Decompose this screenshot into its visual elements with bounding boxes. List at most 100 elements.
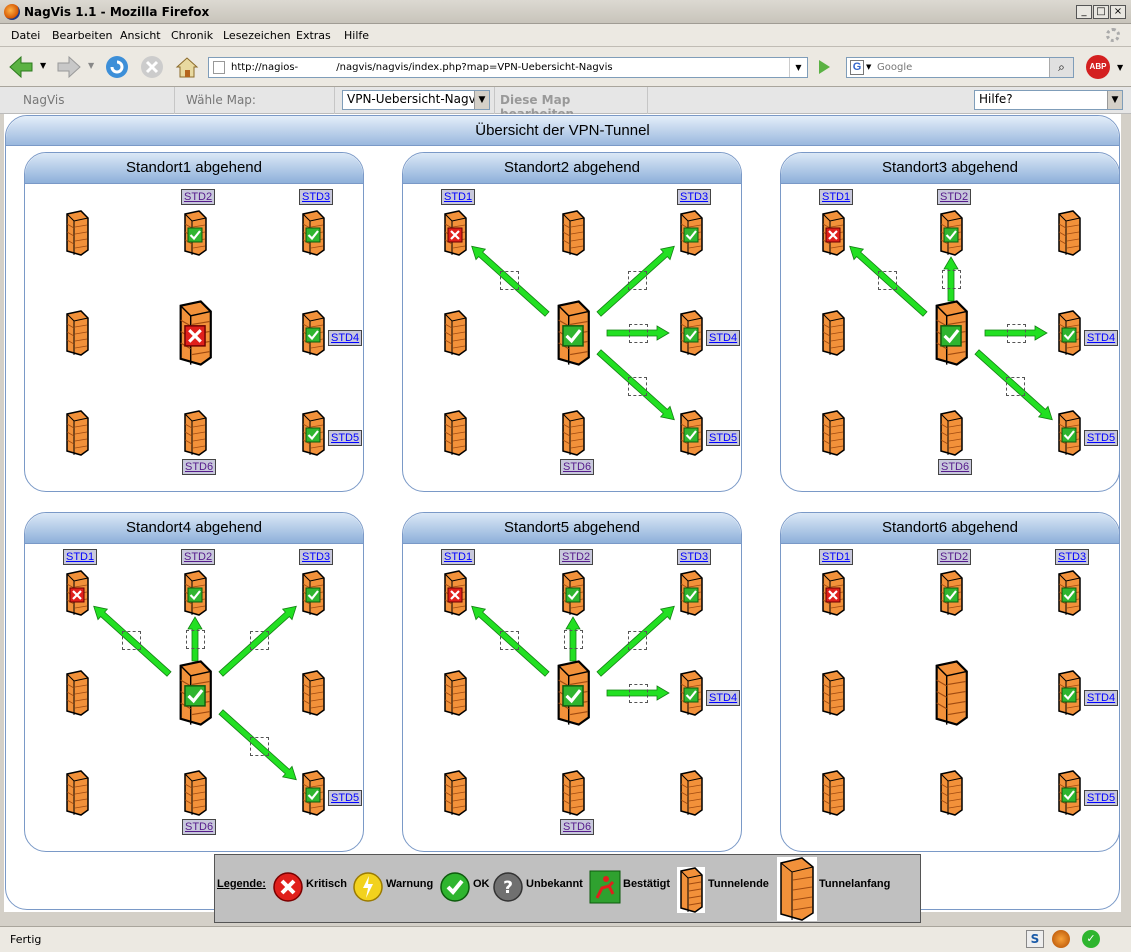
tunnel-arrow[interactable] (606, 325, 670, 341)
tunnel-hover-box[interactable] (942, 270, 961, 289)
tunnel-arrow[interactable] (974, 349, 1053, 421)
link-std6[interactable]: STD6 (560, 459, 595, 475)
link-std3[interactable]: STD3 (677, 189, 712, 205)
tunnel-end-firewall[interactable] (440, 310, 470, 356)
menu-ansicht[interactable]: Ansicht (120, 29, 161, 42)
tunnel-end-firewall[interactable] (440, 570, 470, 616)
tunnel-end-firewall[interactable] (298, 410, 328, 456)
tunnel-hover-box[interactable] (627, 630, 647, 650)
tunnel-end-firewall[interactable] (440, 770, 470, 816)
tunnel-end-firewall[interactable] (818, 310, 848, 356)
tunnel-arrow[interactable] (606, 685, 670, 701)
adblock-icon[interactable]: ABP (1086, 55, 1110, 79)
link-std6[interactable]: STD6 (560, 819, 595, 835)
tunnel-end-firewall[interactable] (62, 410, 92, 456)
tunnel-end-firewall[interactable] (676, 410, 706, 456)
chevron-down-icon[interactable]: ▼ (1107, 91, 1122, 109)
tunnel-arrow[interactable] (596, 605, 675, 677)
tunnel-end-firewall[interactable] (818, 210, 848, 256)
tunnel-arrow[interactable] (849, 245, 928, 317)
back-history-icon[interactable]: ▼ (40, 61, 46, 70)
tunnel-end-firewall[interactable] (558, 570, 588, 616)
tunnel-end-firewall[interactable] (180, 770, 210, 816)
tunnel-hover-box[interactable] (878, 270, 898, 290)
url-bar[interactable]: ▼ (208, 57, 808, 78)
tunnel-hover-box[interactable] (629, 684, 648, 703)
tunnel-arrow[interactable] (596, 245, 675, 317)
back-button[interactable] (8, 54, 34, 80)
minimize-button[interactable]: _ (1076, 5, 1092, 19)
tunnel-end-firewall[interactable] (818, 770, 848, 816)
tunnel-arrow[interactable] (471, 605, 550, 677)
link-std1[interactable]: STD1 (441, 189, 476, 205)
tunnel-hover-box[interactable] (1007, 324, 1026, 343)
link-std2[interactable]: STD2 (937, 189, 972, 205)
tunnel-hover-box[interactable] (500, 270, 520, 290)
tunnel-end-firewall[interactable] (1054, 410, 1084, 456)
help-select[interactable]: Hilfe? ▼ (974, 90, 1123, 110)
skype-icon[interactable]: S (1026, 930, 1044, 948)
tunnel-end-firewall[interactable] (62, 670, 92, 716)
link-std4[interactable]: STD4 (706, 690, 741, 706)
tunnel-end-firewall[interactable] (558, 770, 588, 816)
tunnel-arrow[interactable] (218, 605, 297, 677)
close-button[interactable]: × (1110, 5, 1126, 19)
menu-datei[interactable]: Datei (11, 29, 40, 42)
map-select[interactable]: VPN-Uebersicht-Nagvis ▼ (342, 90, 490, 110)
tunnel-end-firewall[interactable] (180, 570, 210, 616)
tunnel-end-firewall[interactable] (62, 770, 92, 816)
tunnel-end-firewall[interactable] (180, 410, 210, 456)
tunnel-end-firewall[interactable] (676, 670, 706, 716)
maximize-button[interactable]: □ (1093, 5, 1109, 19)
tunnel-end-firewall[interactable] (818, 670, 848, 716)
search-icon[interactable]: ⌕ (1049, 58, 1073, 77)
tunnel-hover-box[interactable] (249, 630, 269, 650)
link-std4[interactable]: STD4 (328, 330, 363, 346)
home-button[interactable] (174, 54, 200, 80)
tunnel-end-firewall[interactable] (558, 410, 588, 456)
adblock-dropdown-icon[interactable]: ▼ (1117, 63, 1123, 72)
tunnel-end-firewall[interactable] (1054, 670, 1084, 716)
menu-bearbeiten[interactable]: Bearbeiten (52, 29, 112, 42)
tunnel-hover-box[interactable] (629, 324, 648, 343)
tunnel-start-firewall[interactable] (552, 660, 594, 726)
go-button[interactable] (815, 58, 833, 76)
link-std5[interactable]: STD5 (1084, 790, 1119, 806)
tunnel-hover-box[interactable] (627, 377, 647, 397)
link-std1[interactable]: STD1 (819, 549, 854, 565)
tunnel-end-firewall[interactable] (818, 570, 848, 616)
tunnel-end-firewall[interactable] (62, 210, 92, 256)
reload-button[interactable] (104, 54, 130, 80)
link-std3[interactable]: STD3 (1055, 549, 1090, 565)
forward-history-icon[interactable]: ▼ (88, 61, 94, 70)
link-std5[interactable]: STD5 (328, 790, 363, 806)
link-std1[interactable]: STD1 (441, 549, 476, 565)
tunnel-end-firewall[interactable] (62, 310, 92, 356)
link-std2[interactable]: STD2 (559, 549, 594, 565)
tunnel-end-firewall[interactable] (298, 210, 328, 256)
tunnel-end-firewall[interactable] (440, 410, 470, 456)
tunnel-end-firewall[interactable] (936, 770, 966, 816)
nagvis-brand[interactable]: NagVis (23, 93, 64, 107)
tunnel-start-firewall[interactable] (174, 300, 216, 366)
tunnel-start-firewall[interactable] (552, 300, 594, 366)
tunnel-start-firewall[interactable] (930, 300, 972, 366)
link-std5[interactable]: STD5 (706, 430, 741, 446)
tunnel-arrow[interactable] (218, 709, 297, 781)
menu-extras[interactable]: Extras (296, 29, 331, 42)
link-std5[interactable]: STD5 (328, 430, 363, 446)
tunnel-arrow[interactable] (471, 245, 550, 317)
tunnel-end-firewall[interactable] (298, 570, 328, 616)
link-std6[interactable]: STD6 (938, 459, 973, 475)
search-input[interactable] (877, 59, 1047, 76)
tunnel-end-firewall[interactable] (1054, 310, 1084, 356)
url-dropdown-icon[interactable]: ▼ (789, 58, 807, 77)
link-std6[interactable]: STD6 (182, 819, 217, 835)
link-std3[interactable]: STD3 (299, 549, 334, 565)
tunnel-end-firewall[interactable] (1054, 770, 1084, 816)
tunnel-end-firewall[interactable] (676, 770, 706, 816)
firefox-addon-icon[interactable] (1052, 930, 1070, 948)
tunnel-end-firewall[interactable] (558, 210, 588, 256)
link-std5[interactable]: STD5 (1084, 430, 1119, 446)
menu-lesezeichen[interactable]: Lesezeichen (223, 29, 291, 42)
